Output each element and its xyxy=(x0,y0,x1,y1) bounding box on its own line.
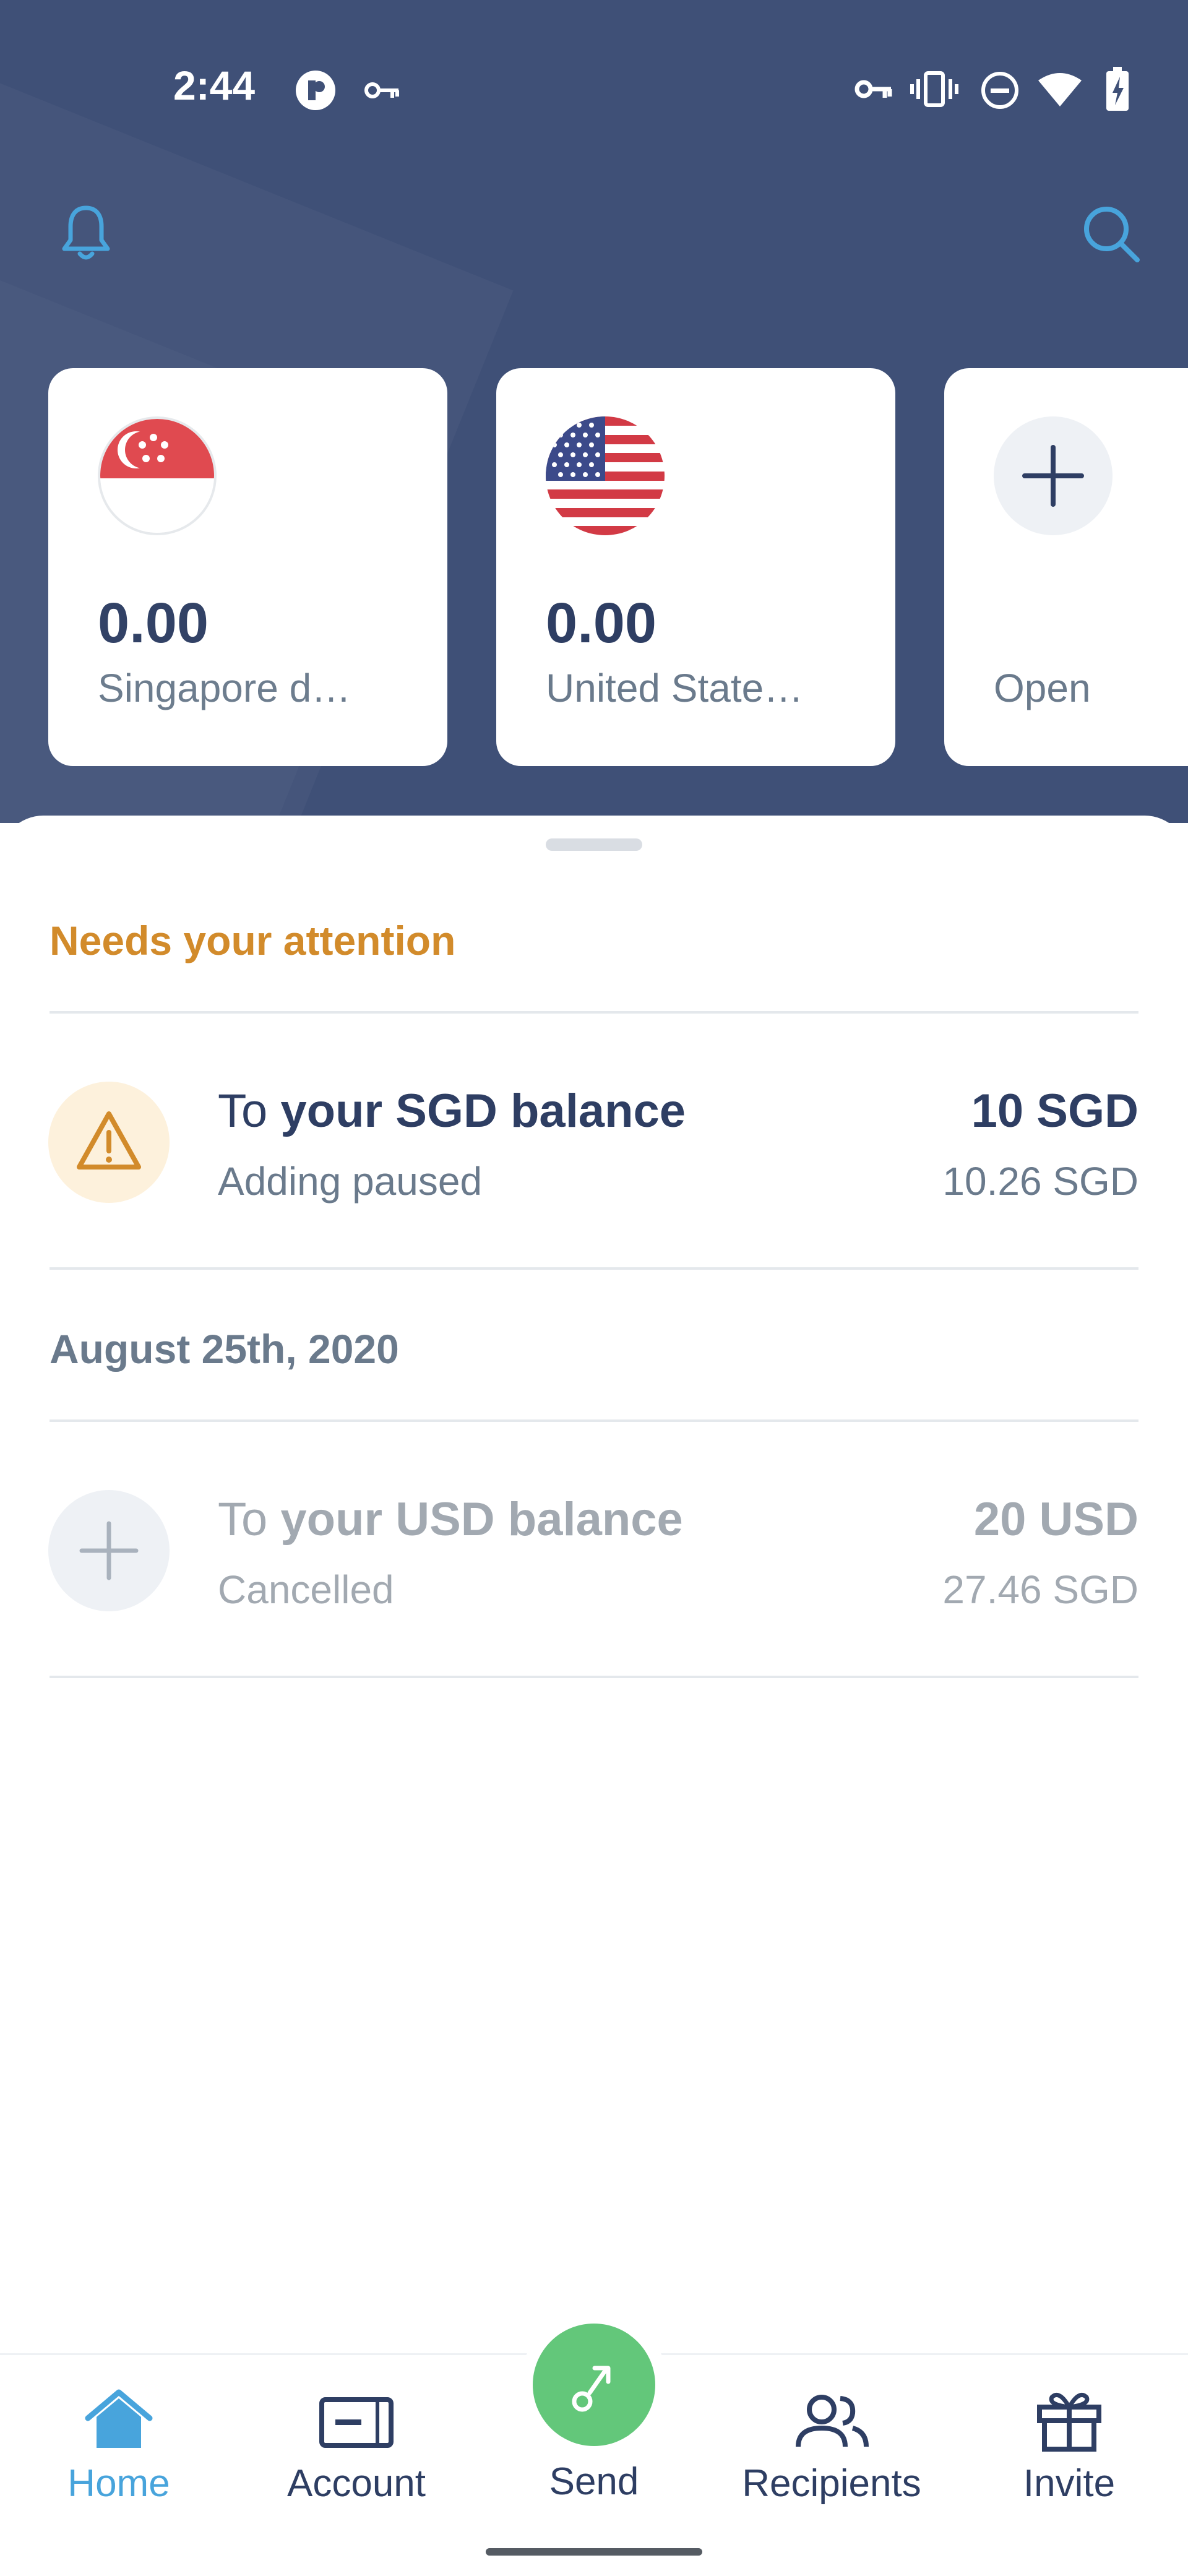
do-not-disturb-icon xyxy=(981,72,1018,109)
transaction-prefix: To xyxy=(218,1493,281,1546)
vpn-key-icon xyxy=(364,82,399,98)
header: 2:44 0.00 Singapore d… 0.00 United State… xyxy=(0,0,1188,823)
transaction-title: To your USD balance xyxy=(218,1493,683,1546)
us-flag-icon xyxy=(546,416,665,535)
divider xyxy=(50,1419,1138,1422)
key-icon xyxy=(854,80,892,98)
divider xyxy=(50,1267,1138,1270)
balance-card-usd[interactable]: 0.00 United State… xyxy=(496,368,895,766)
plus-icon xyxy=(994,416,1113,535)
history-date-title: August 25th, 2020 xyxy=(50,1326,399,1372)
balance-currency-name: United State… xyxy=(546,666,804,710)
gift-icon xyxy=(1037,2393,1101,2452)
transaction-status: Cancelled xyxy=(218,1567,394,1612)
transaction-prefix: To xyxy=(218,1085,281,1137)
battery-charging-icon xyxy=(1106,67,1129,111)
divider xyxy=(50,1011,1138,1014)
transaction-title: To your SGD balance xyxy=(218,1084,686,1138)
plus-icon-circle xyxy=(48,1490,170,1611)
nav-label: Invite xyxy=(1023,2462,1116,2505)
gesture-navigation-bar[interactable] xyxy=(486,2548,702,2556)
transaction-status: Adding paused xyxy=(218,1159,483,1204)
transaction-converted-amount: 27.46 SGD xyxy=(942,1567,1138,1612)
attention-section-title: Needs your attention xyxy=(50,918,456,963)
transaction-converted-amount: 10.26 SGD xyxy=(942,1159,1138,1204)
open-balance-card[interactable]: Open xyxy=(944,368,1188,766)
transaction-amount: 10 SGD xyxy=(971,1085,1138,1137)
sheet-drag-handle[interactable] xyxy=(546,838,642,851)
app-notification-icon xyxy=(296,71,335,110)
balance-amount: 0.00 xyxy=(546,592,657,655)
open-balance-label: Open xyxy=(994,666,1091,710)
bell-icon[interactable] xyxy=(58,202,114,264)
plus-icon xyxy=(79,1521,139,1580)
nav-label: Recipients xyxy=(742,2462,921,2505)
warning-icon xyxy=(77,1111,141,1170)
status-time: 2:44 xyxy=(173,62,256,108)
nav-recipients[interactable]: Recipients xyxy=(713,2355,950,2516)
balance-currency-name: Singapore d… xyxy=(98,666,351,710)
nav-label: Account xyxy=(286,2462,426,2505)
transaction-amount: 20 USD xyxy=(973,1493,1138,1546)
divider xyxy=(50,1676,1138,1678)
warning-icon-circle xyxy=(48,1082,170,1203)
transaction-target: your USD balance xyxy=(280,1493,683,1546)
home-icon xyxy=(85,2389,153,2448)
balance-card-sgd[interactable]: 0.00 Singapore d… xyxy=(48,368,447,766)
nav-label: Home xyxy=(67,2462,170,2505)
transaction-target: your SGD balance xyxy=(280,1085,686,1137)
people-icon xyxy=(796,2395,869,2447)
nav-invite[interactable]: Invite xyxy=(950,2355,1188,2516)
nav-home[interactable]: Home xyxy=(0,2355,238,2516)
activity-sheet xyxy=(0,816,1188,2574)
nav-send-label[interactable]: Send xyxy=(475,2460,713,2504)
singapore-flag-icon xyxy=(98,416,217,535)
search-icon[interactable] xyxy=(1080,203,1142,265)
send-icon xyxy=(572,2366,611,2412)
nav-account[interactable]: Account xyxy=(238,2355,475,2516)
vibrate-icon xyxy=(910,71,958,107)
wifi-icon xyxy=(1038,73,1082,106)
send-button[interactable] xyxy=(533,2324,655,2446)
balance-amount: 0.00 xyxy=(98,592,209,655)
card-icon xyxy=(319,2397,394,2448)
